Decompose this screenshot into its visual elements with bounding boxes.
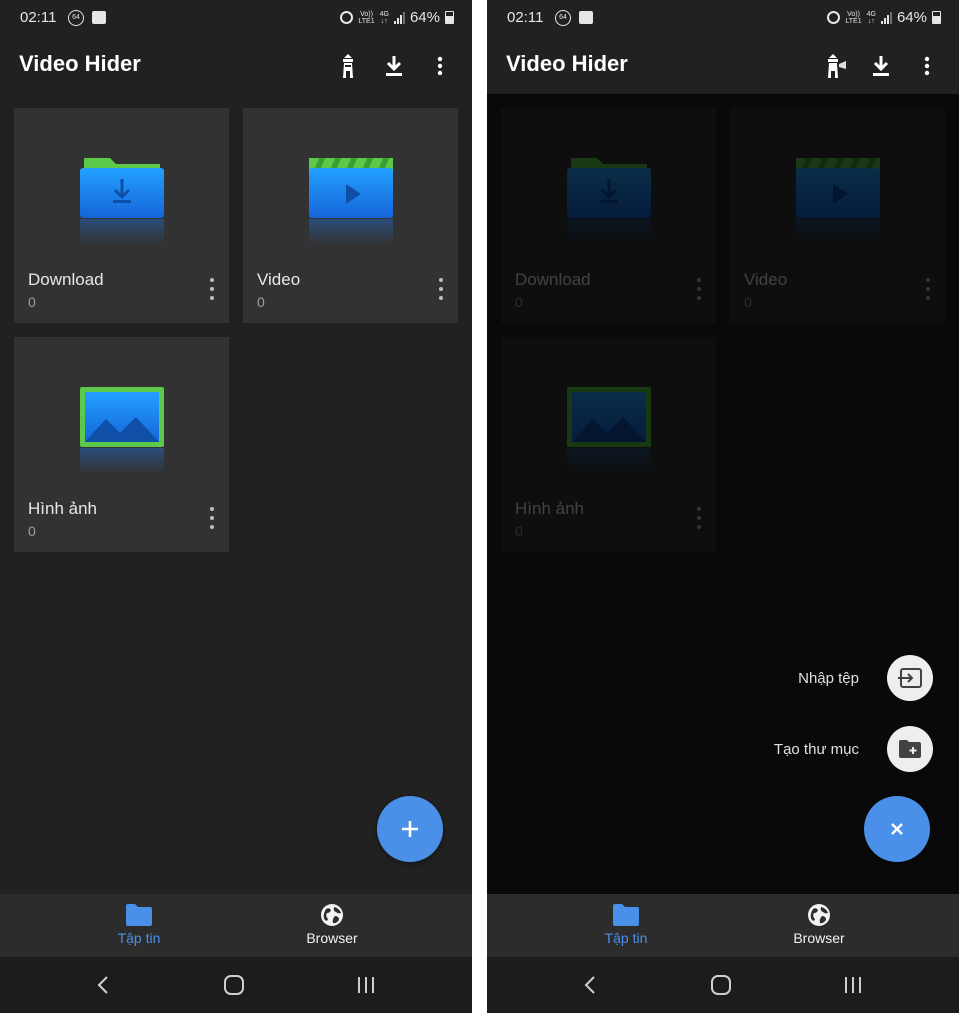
app-bar: Video Hider bbox=[0, 36, 472, 94]
download-folder-icon bbox=[80, 158, 164, 245]
folder-card-video[interactable]: Video 0 bbox=[243, 108, 458, 323]
more-options-icon[interactable] bbox=[426, 52, 454, 80]
status-bar: 02:11 64 Vo)) LTE1 4G ↓↑ 64% bbox=[487, 0, 959, 36]
app-bar: Video Hider bbox=[487, 36, 959, 94]
import-file-button[interactable] bbox=[887, 655, 933, 701]
video-folder-icon bbox=[309, 158, 393, 245]
alarm-icon bbox=[827, 11, 841, 24]
system-navigation-bar bbox=[487, 957, 959, 1013]
network-activity-label: ↓↑ bbox=[380, 17, 388, 25]
folder-count: 0 bbox=[257, 294, 265, 310]
add-button[interactable] bbox=[377, 796, 443, 862]
status-notification-icons: 64 bbox=[555, 10, 593, 26]
globe-icon bbox=[321, 904, 343, 926]
nav-label-files: Tập tin bbox=[604, 930, 648, 946]
bottom-navigation: Tập tin Browser bbox=[487, 894, 959, 957]
network-activity-label: ↓↑ bbox=[867, 17, 875, 25]
status-notification-icons: 64 bbox=[68, 10, 106, 26]
recents-icon[interactable] bbox=[351, 971, 381, 999]
folder-icon bbox=[613, 904, 639, 926]
plus-icon bbox=[402, 821, 418, 837]
folder-count: 0 bbox=[28, 294, 36, 310]
folder-name: Hình ảnh bbox=[28, 499, 97, 518]
nav-label-browser: Browser bbox=[793, 930, 845, 946]
signal-strength-icon bbox=[393, 11, 405, 24]
gallery-notification-icon bbox=[92, 11, 106, 24]
folder-menu-icon[interactable] bbox=[207, 507, 217, 529]
volte-label: Vo)) bbox=[360, 10, 373, 18]
app-bar-actions bbox=[821, 52, 941, 80]
network-indicator: 4G ↓↑ bbox=[380, 11, 389, 25]
volte-indicator: Vo)) LTE1 bbox=[358, 11, 374, 25]
lighthouse-icon[interactable] bbox=[821, 52, 849, 80]
create-folder-option[interactable]: Tạo thư mục bbox=[774, 726, 933, 772]
app-title: Video Hider bbox=[506, 51, 628, 76]
alarm-icon bbox=[340, 11, 354, 24]
system-navigation-bar bbox=[0, 957, 472, 1013]
folder-count: 0 bbox=[28, 523, 36, 539]
download-icon[interactable] bbox=[867, 52, 895, 80]
phone-screen-fab-open: 02:11 64 Vo)) LTE1 4G ↓↑ 64% Video Hider… bbox=[487, 0, 959, 1013]
home-icon[interactable] bbox=[219, 971, 249, 999]
volte-label: Vo)) bbox=[847, 10, 860, 18]
more-options-icon[interactable] bbox=[913, 52, 941, 80]
nav-label-browser: Browser bbox=[306, 930, 358, 946]
import-icon bbox=[898, 668, 922, 688]
nav-label-files: Tập tin bbox=[117, 930, 161, 946]
recents-icon[interactable] bbox=[838, 971, 868, 999]
phone-screen-default: 02:11 64 Vo)) LTE1 4G ↓↑ 64% Video Hider… bbox=[0, 0, 472, 1013]
app-bar-actions bbox=[334, 52, 454, 80]
battery-icon bbox=[932, 11, 941, 24]
battery-icon bbox=[445, 11, 454, 24]
folder-name: Video bbox=[257, 270, 301, 289]
folder-grid: Download 0 Video 0 bbox=[0, 94, 472, 894]
battery-percent: 64% bbox=[409, 9, 440, 26]
volte-indicator: Vo)) LTE1 bbox=[845, 11, 861, 25]
back-icon[interactable] bbox=[88, 971, 118, 999]
status-time: 02:11 bbox=[507, 9, 544, 26]
folder-name: Download bbox=[28, 270, 104, 289]
lte-label: LTE1 bbox=[845, 17, 862, 25]
battery-percent: 64% bbox=[896, 9, 927, 26]
lighthouse-icon[interactable] bbox=[334, 52, 362, 80]
notification-badge-icon: 64 bbox=[68, 10, 84, 26]
nav-tab-files[interactable]: Tập tin bbox=[546, 894, 706, 957]
image-folder-icon bbox=[80, 387, 164, 474]
network-type-label: 4G bbox=[379, 10, 389, 18]
notification-badge-icon: 64 bbox=[555, 10, 571, 26]
status-time: 02:11 bbox=[20, 9, 57, 26]
folder-menu-icon[interactable] bbox=[207, 278, 217, 300]
create-folder-button[interactable] bbox=[887, 726, 933, 772]
screenshot-stage: 02:11 64 Vo)) LTE1 4G ↓↑ 64% Video Hider… bbox=[0, 0, 960, 1013]
close-menu-button[interactable] bbox=[864, 796, 930, 862]
nav-tab-files[interactable]: Tập tin bbox=[59, 894, 219, 957]
bottom-navigation: Tập tin Browser bbox=[0, 894, 472, 957]
globe-icon bbox=[808, 904, 830, 926]
network-type-label: 4G bbox=[866, 10, 876, 18]
status-system-icons: Vo)) LTE1 4G ↓↑ 64% bbox=[827, 9, 941, 26]
close-icon bbox=[891, 823, 903, 835]
nav-tab-browser[interactable]: Browser bbox=[252, 894, 412, 957]
folder-card-download[interactable]: Download 0 bbox=[14, 108, 229, 323]
home-icon[interactable] bbox=[706, 971, 736, 999]
folder-card-images[interactable]: Hình ảnh 0 bbox=[14, 337, 229, 552]
folder-icon bbox=[126, 904, 152, 926]
import-file-label: Nhập tệp bbox=[798, 669, 859, 687]
download-icon[interactable] bbox=[380, 52, 408, 80]
back-icon[interactable] bbox=[575, 971, 605, 999]
gallery-notification-icon bbox=[579, 11, 593, 24]
app-title: Video Hider bbox=[19, 51, 141, 76]
new-folder-icon bbox=[899, 740, 921, 758]
signal-strength-icon bbox=[880, 11, 892, 24]
lte-label: LTE1 bbox=[358, 17, 375, 25]
nav-tab-browser[interactable]: Browser bbox=[739, 894, 899, 957]
create-folder-label: Tạo thư mục bbox=[773, 740, 859, 758]
import-file-option[interactable]: Nhập tệp bbox=[798, 655, 933, 701]
network-indicator: 4G ↓↑ bbox=[867, 11, 876, 25]
scrim-overlay[interactable] bbox=[487, 94, 959, 894]
folder-menu-icon[interactable] bbox=[436, 278, 446, 300]
status-bar: 02:11 64 Vo)) LTE1 4G ↓↑ 64% bbox=[0, 0, 472, 36]
status-system-icons: Vo)) LTE1 4G ↓↑ 64% bbox=[340, 9, 454, 26]
